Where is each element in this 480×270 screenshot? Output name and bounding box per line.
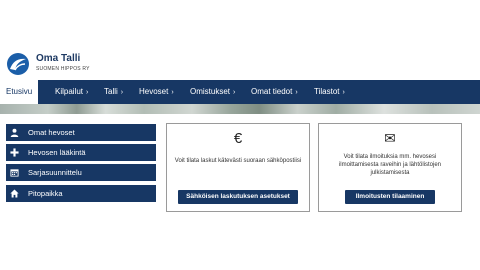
sidebar-item-sarjasuunnittelu[interactable]: Sarjasuunnittelu [6, 164, 156, 181]
chevron-right-icon: › [86, 89, 89, 96]
sidebar-item-omat-hevoset[interactable]: Omat hevoset [6, 124, 156, 141]
card-description: Voit tilata ilmoituksia mm. hevosesi ilm… [338, 154, 442, 176]
nav-item-talli[interactable]: Talli › [104, 80, 123, 104]
nav-item-label: Omat tiedot [251, 87, 293, 96]
nav-item-label: Hevoset [139, 87, 169, 96]
envelope-icon: ✉ [384, 130, 396, 146]
header: Oma Talli SUOMEN HIPPOS RY [0, 0, 480, 80]
sidebar-item-label: Hevosen lääkintä [28, 148, 86, 157]
sidebar-item-label: Pitopaikka [28, 189, 63, 198]
euro-icon: € [233, 130, 243, 147]
plus-icon [10, 148, 19, 157]
notifications-card: ✉ Voit tilata ilmoituksia mm. hevosesi i… [318, 123, 462, 212]
sidebar-item-label: Omat hevoset [28, 128, 75, 137]
chevron-right-icon: › [295, 89, 298, 96]
oma-talli-logo[interactable] [6, 52, 30, 76]
nav-item-label: Etusivu [6, 87, 33, 96]
nav-item-etusivu[interactable]: Etusivu [0, 80, 39, 104]
nav-item-label: Talli [104, 87, 118, 96]
nav-item-hevoset[interactable]: Hevoset › [139, 80, 174, 104]
calendar-icon [10, 169, 19, 177]
home-icon [10, 189, 19, 198]
nav-item-label: Omistukset [190, 87, 231, 96]
e-invoice-settings-button[interactable]: Sähköisen laskutuksen asetukset [178, 190, 298, 204]
banner-image [0, 104, 480, 114]
e-invoice-card: € Voit tilata laskut kätevästi suoraan s… [166, 123, 310, 212]
sidebar-item-hevosen-laakinta[interactable]: Hevosen lääkintä [6, 144, 156, 161]
nav-item-omistukset[interactable]: Omistukset › [190, 80, 235, 104]
card-description: Voit tilata laskut kätevästi suoraan säh… [174, 158, 302, 164]
nav-item-label: Tilastot [314, 87, 340, 96]
nav-item-tilastot[interactable]: Tilastot › [314, 80, 345, 104]
sidebar-item-pitopaikka[interactable]: Pitopaikka [6, 185, 156, 202]
user-icon [10, 128, 19, 137]
nav-item-label: Kilpailut [55, 87, 84, 96]
brand-title: Oma Talli [36, 53, 81, 64]
nav-item-kilpailut[interactable]: Kilpailut › [55, 80, 88, 104]
sidebar-item-label: Sarjasuunnittelu [28, 168, 82, 177]
chevron-right-icon: › [171, 89, 174, 96]
brand-subtitle: SUOMEN HIPPOS RY [36, 66, 90, 72]
main-nav: Etusivu Kilpailut › Talli › Hevoset › Omist… [0, 80, 480, 104]
chevron-right-icon: › [342, 89, 345, 96]
notification-subscription-button[interactable]: Ilmoitusten tilaaminen [345, 190, 435, 204]
nav-item-omat-tiedot[interactable]: Omat tiedot › [251, 80, 298, 104]
chevron-right-icon: › [233, 89, 236, 96]
chevron-right-icon: › [120, 89, 124, 96]
